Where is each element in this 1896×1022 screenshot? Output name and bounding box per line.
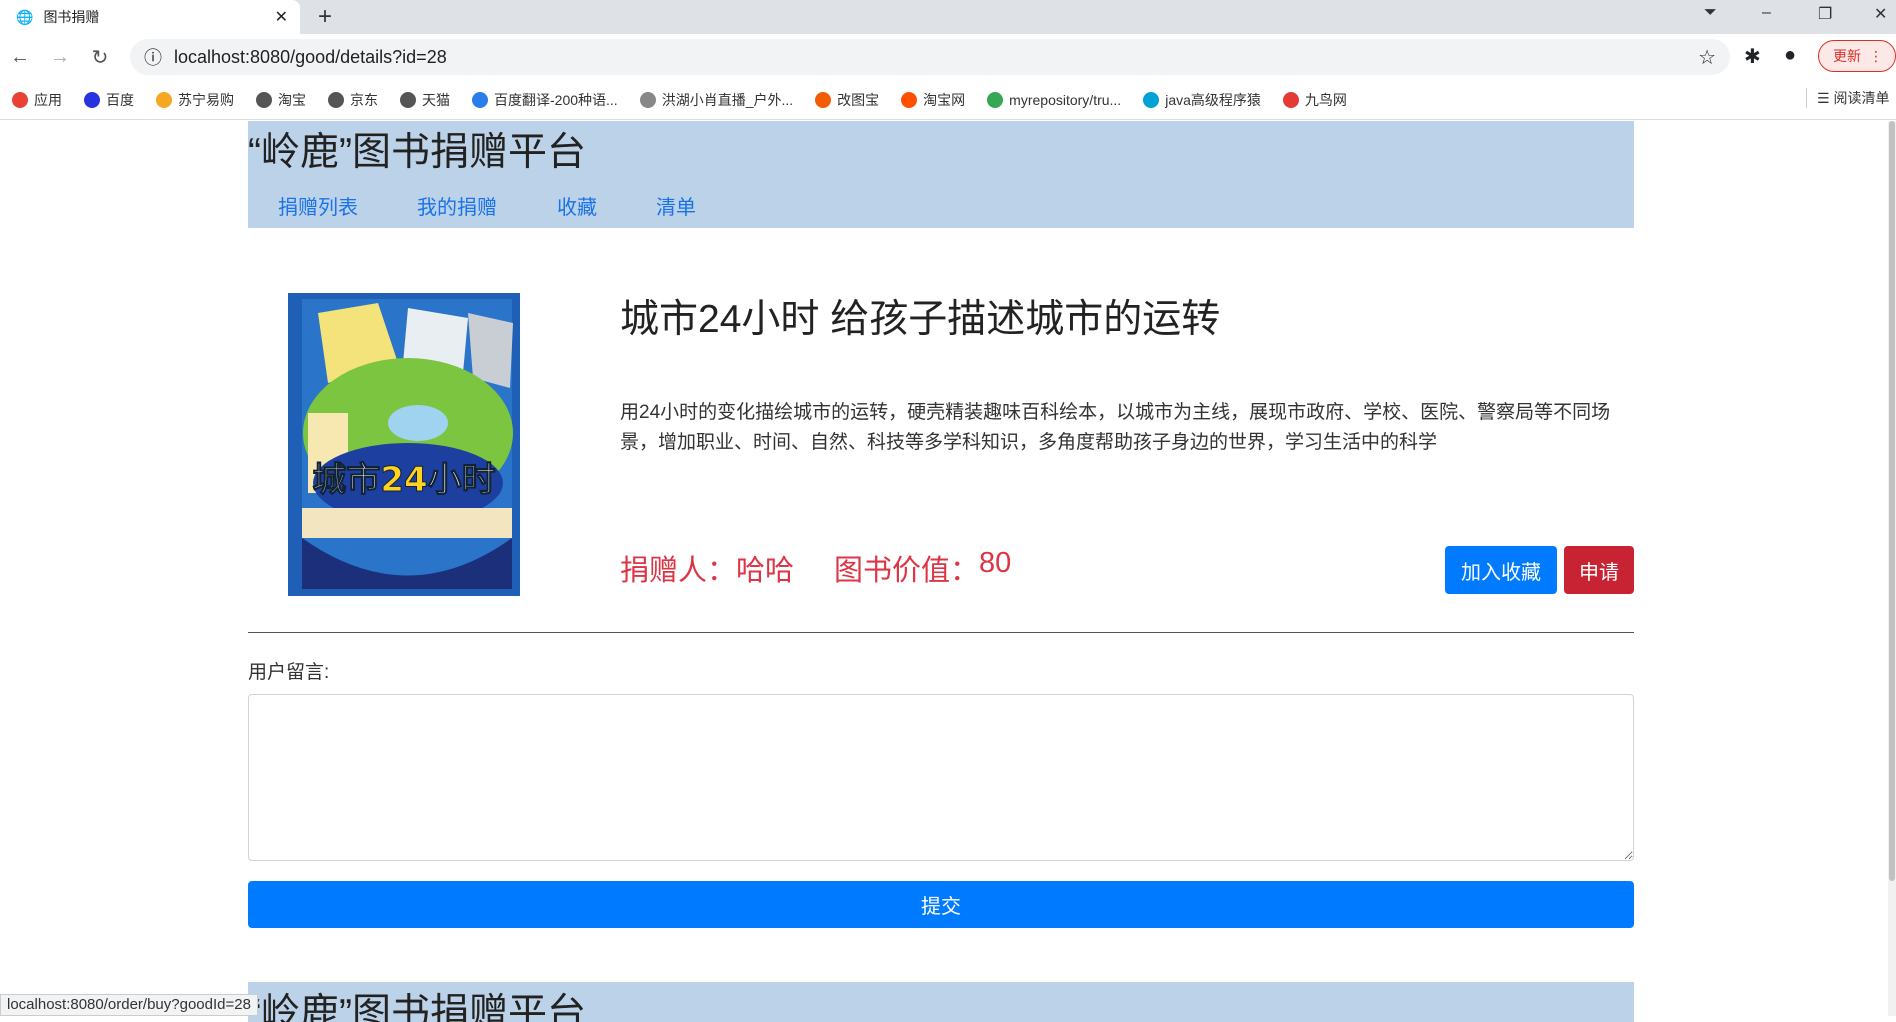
bookmark-icon xyxy=(12,91,28,108)
update-button[interactable]: 更新 ⋮ xyxy=(1818,40,1896,72)
comment-label: 用户留言: xyxy=(248,662,330,683)
add-favorite-button[interactable]: 加入收藏 xyxy=(1445,546,1557,594)
comment-textarea[interactable] xyxy=(248,694,1634,861)
bookmark-label: 百度翻译-200种语... xyxy=(494,91,618,108)
bookmark-icon xyxy=(256,91,272,108)
nav-list[interactable]: 清单 xyxy=(656,191,696,220)
nav-donation-list[interactable]: 捐赠列表 xyxy=(278,191,358,220)
bookmark-item[interactable]: 淘宝网 xyxy=(901,90,965,110)
bookmark-item[interactable]: 苏宁易购 xyxy=(156,90,234,110)
bookmark-icon xyxy=(84,91,100,108)
bookmark-item[interactable]: 京东 xyxy=(328,90,378,110)
bookmark-label: 百度 xyxy=(106,91,134,108)
bookmark-label: 苏宁易购 xyxy=(178,91,234,108)
tab-title: 图书捐赠 xyxy=(43,9,100,25)
donor-name: 哈哈 xyxy=(736,555,795,587)
close-tab-icon[interactable]: ✕ xyxy=(275,7,288,27)
bookmark-label: 九鸟网 xyxy=(1304,91,1347,108)
bookmark-icon xyxy=(987,91,1004,108)
bookmark-icon xyxy=(639,91,656,108)
address-toolbar: ← → ↻ ⓘ localhost:8080/good/details?id=2… xyxy=(0,34,1896,80)
site-header-repeat: “岭鹿”图书捐赠平台 xyxy=(248,982,1634,1022)
url-bar[interactable]: ⓘ localhost:8080/good/details?id=28 ☆ xyxy=(130,39,1730,75)
cover-title: 城市24小时 xyxy=(312,460,495,500)
extensions-icon[interactable]: ✱ xyxy=(1744,44,1761,69)
bookmark-label: 天猫 xyxy=(422,91,450,108)
bookmark-icon xyxy=(1143,91,1160,108)
bookmark-label: java高级程序猿 xyxy=(1165,91,1261,108)
bookmark-label: 洪湖小肖直播_户外... xyxy=(661,91,794,108)
close-window-icon[interactable]: ✕ xyxy=(1874,4,1887,24)
minimize-icon[interactable]: – xyxy=(1762,4,1771,22)
book-description: 用24小时的变化描绘城市的运转，硬壳精装趣味百科绘本，以城市为主线，展现市政府、… xyxy=(620,402,1611,453)
divider xyxy=(248,632,1634,633)
restore-icon[interactable]: ❐ xyxy=(1818,4,1832,24)
reading-list-button[interactable]: ☰ 阅读清单 xyxy=(1806,88,1889,108)
bookmark-icon xyxy=(1282,91,1299,108)
bookmark-icon xyxy=(901,91,918,108)
bookmark-label: 京东 xyxy=(350,91,378,108)
bookmark-label: myrepository/tru... xyxy=(1009,91,1122,108)
bookmark-item[interactable]: 应用 xyxy=(12,90,62,110)
bookmark-item[interactable]: 百度 xyxy=(84,90,134,110)
url-text[interactable]: localhost:8080/good/details?id=28 xyxy=(174,47,447,68)
bookmark-item[interactable]: 天猫 xyxy=(400,90,450,110)
bookmark-item[interactable]: 洪湖小肖直播_户外... xyxy=(639,90,794,110)
submit-button[interactable]: 提交 xyxy=(248,881,1634,928)
donor-label: 捐赠人： xyxy=(620,555,737,587)
forward-icon[interactable]: → xyxy=(40,46,80,69)
tab-bar: 🌐 图书捐赠 ✕ + ⏷ – ❐ ✕ xyxy=(0,0,1896,34)
apply-button[interactable]: 申请 xyxy=(1564,546,1634,594)
profile-menu-icon[interactable]: ⏷ xyxy=(1704,4,1717,22)
bookmarks-bar: 应用 百度 苏宁易购 淘宝 京东 天猫 百度翻译-200种语... 洪湖小肖直播_户外... 改… xyxy=(0,80,1896,120)
value-label: 图书价值： xyxy=(834,555,980,587)
bookmark-icon xyxy=(156,91,172,108)
bookmark-icon xyxy=(815,91,832,108)
scrollbar-thumb[interactable] xyxy=(1889,121,1895,881)
new-tab-icon[interactable]: + xyxy=(318,3,332,31)
reading-list-icon: ☰ xyxy=(1817,90,1834,106)
bookmark-icon xyxy=(472,91,488,108)
update-label: 更新 xyxy=(1833,48,1861,64)
bookmark-item[interactable]: java高级程序猿 xyxy=(1143,90,1261,110)
globe-icon: 🌐 xyxy=(16,8,34,25)
bookmark-icon xyxy=(400,91,416,108)
book-value: 80 xyxy=(979,547,1012,579)
bookmark-item[interactable]: 淘宝 xyxy=(256,90,306,110)
info-icon: ⓘ xyxy=(144,48,162,68)
bookmark-label: 淘宝网 xyxy=(923,91,966,108)
reading-list-label: 阅读清单 xyxy=(1833,90,1890,106)
bookmark-item[interactable]: 改图宝 xyxy=(815,90,879,110)
book-meta: 捐赠人： 哈哈 图书价值： 80 xyxy=(620,547,1011,589)
book-cover-image: 城市24小时 xyxy=(288,293,520,596)
bookmark-item[interactable]: myrepository/tru... xyxy=(987,91,1122,108)
bookmark-item[interactable]: 百度翻译-200种语... xyxy=(472,90,618,110)
book-title: 城市24小时 给孩子描述城市的运转 xyxy=(620,298,1221,341)
bookmark-label: 应用 xyxy=(34,91,62,108)
nav-favorites[interactable]: 收藏 xyxy=(557,191,597,220)
profile-icon[interactable]: ● xyxy=(1784,44,1796,67)
bookmark-icon xyxy=(328,91,344,108)
bookmark-label: 淘宝 xyxy=(278,91,306,108)
browser-tab[interactable]: 🌐 图书捐赠 ✕ xyxy=(0,0,300,34)
reload-icon[interactable]: ↻ xyxy=(80,45,120,70)
bookmark-star-icon[interactable]: ☆ xyxy=(1698,45,1716,70)
nav-my-donations[interactable]: 我的捐赠 xyxy=(417,191,497,220)
bookmark-item[interactable]: 九鸟网 xyxy=(1282,90,1347,110)
bookmark-label: 改图宝 xyxy=(837,91,880,108)
site-title: “岭鹿”图书捐赠平台 xyxy=(248,992,586,1022)
site-header: “岭鹿”图书捐赠平台 捐赠列表 我的捐赠 收藏 清单 xyxy=(248,121,1634,228)
status-bar-url: localhost:8080/order/buy?goodId=28 xyxy=(0,994,258,1016)
back-icon[interactable]: ← xyxy=(0,46,40,69)
site-title: “岭鹿”图书捐赠平台 xyxy=(248,131,586,174)
